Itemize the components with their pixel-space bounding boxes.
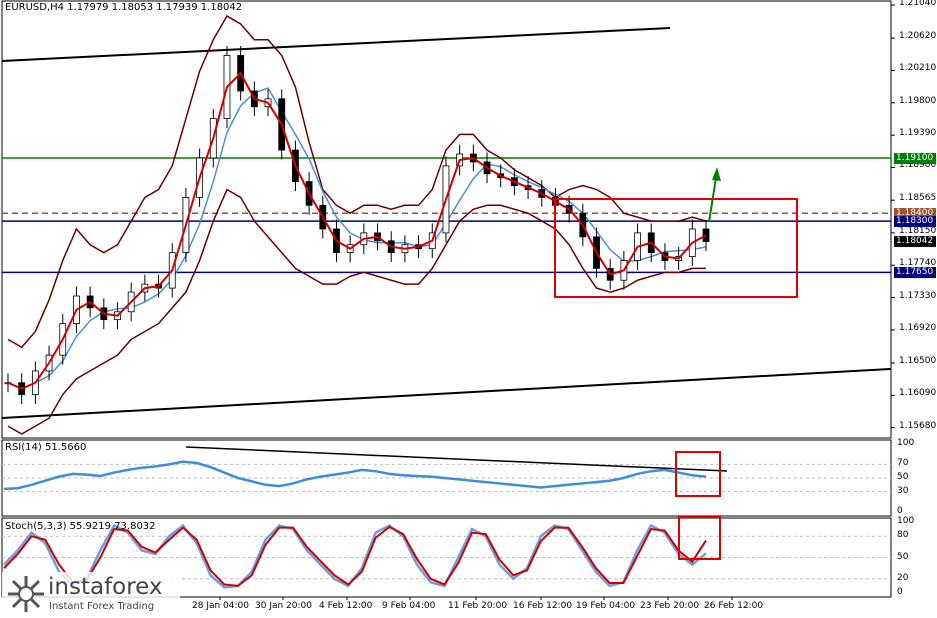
- logo-tagline: Instant Forex Trading: [49, 601, 155, 612]
- rsi-trend-line: [185, 446, 728, 472]
- price-tick-label: 1.15680: [899, 420, 937, 431]
- rsi-title: RSI(14) 51.5660: [5, 442, 87, 453]
- price-tick-label: 1.19390: [899, 128, 937, 139]
- time-axis-label: 23 Feb 20:00: [640, 601, 700, 611]
- rsi-tick-label: 70: [897, 458, 909, 469]
- price-tick-label: 1.18565: [899, 193, 937, 204]
- price-tick-label: 1.17330: [899, 290, 937, 301]
- time-axis-label: 28 Jan 04:00: [192, 601, 249, 611]
- rsi-tick-label: 0: [897, 506, 903, 516]
- logo-brand: instaforex: [48, 574, 163, 600]
- rsi-tick-label: 100: [897, 438, 915, 448]
- stoch-tick-label: 50: [897, 551, 909, 562]
- price-tag: 1.18300: [894, 216, 936, 228]
- price-tick-label: 1.20210: [899, 63, 937, 74]
- price-tick-label: 1.21040: [899, 0, 937, 8]
- time-axis-label: 16 Feb 12:00: [513, 601, 573, 611]
- price-tick-label: 1.16920: [899, 322, 937, 333]
- time-axis-label: 11 Feb 20:00: [448, 601, 508, 611]
- price-tag: 1.17650: [894, 267, 936, 279]
- highlight-box-stoch: [678, 516, 721, 560]
- instaforex-logo: instaforex Instant Forex Trading: [2, 572, 180, 616]
- bollinger-lower-band: [7, 188, 706, 435]
- stoch-tick-label: 20: [897, 572, 909, 583]
- price-tick-label: 1.19800: [899, 95, 937, 106]
- rsi-tick-label: 50: [897, 472, 909, 482]
- price-tick-label: 1.16090: [899, 388, 937, 399]
- price-tag: 1.18042: [894, 236, 936, 248]
- chart-root: EURUSD,H4 1.17979 1.18053 1.17939 1.1804…: [0, 0, 937, 618]
- stoch-tick-label: 100: [897, 516, 915, 526]
- time-axis-label: 30 Jan 20:00: [255, 601, 312, 611]
- moving-average-fast: [7, 71, 707, 390]
- time-axis-label: 26 Feb 12:00: [704, 601, 764, 611]
- stoch-title: Stoch(5,3,3) 55.9219 73.8032: [5, 521, 156, 532]
- rsi-tick-label: 30: [897, 485, 909, 496]
- stoch-tick-label: 80: [897, 530, 909, 541]
- lower-channel-line: [1, 368, 892, 419]
- time-axis-label: 19 Feb 04:00: [576, 601, 636, 611]
- moving-average-slow: [7, 87, 707, 390]
- bullish-arrow-head: [712, 167, 721, 181]
- price-tick-label: 1.20620: [899, 31, 937, 42]
- price-tag: 1.19100: [894, 152, 936, 164]
- time-axis-label: 4 Feb 12:00: [319, 601, 373, 611]
- price-tick-label: 1.18150: [899, 225, 937, 236]
- logo-icon: [8, 576, 44, 612]
- main-chart-title: EURUSD,H4 1.17979 1.18053 1.17939 1.1804…: [5, 2, 243, 13]
- upper-channel-line: [1, 27, 671, 62]
- stoch-tick-label: 0: [897, 587, 903, 597]
- price-tick-label: 1.16500: [899, 356, 937, 367]
- time-axis-label: 9 Feb 04:00: [382, 601, 436, 611]
